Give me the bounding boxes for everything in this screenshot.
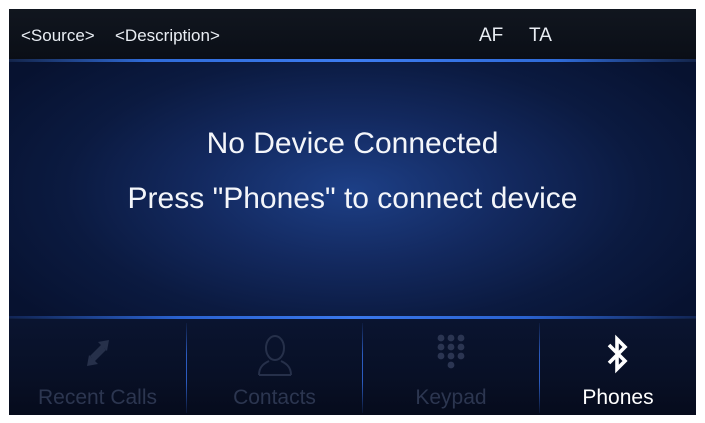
af-indicator: AF [479,25,504,46]
keypad-icon [437,334,465,369]
bluetooth-icon [607,334,628,374]
source-label: <Source> [21,26,95,45]
description-label: <Description> [115,26,220,45]
phone-screen: <Source> <Description> AF TA No Device C… [9,9,696,415]
keypad-button[interactable]: Keypad [363,319,539,415]
connect-instruction: Press "Phones" to connect device [127,182,578,215]
no-device-message: No Device Connected [206,127,499,160]
phones-button[interactable]: Phones [540,319,696,415]
bottom-nav: Recent Calls Contacts Keypad Phones [9,319,696,415]
contact-person-icon [257,335,292,376]
contacts-button[interactable]: Contacts [187,319,362,415]
keypad-label: Keypad [415,386,487,409]
status-bar: <Source> <Description> AF TA [9,9,696,61]
recent-calls-icon [86,340,109,366]
ta-indicator: TA [529,25,552,46]
phones-label: Phones [582,386,654,409]
message-panel: No Device Connected Press "Phones" to co… [9,62,696,318]
contacts-label: Contacts [233,386,316,409]
recent-calls-button[interactable]: Recent Calls [9,319,186,415]
recent-calls-label: Recent Calls [37,386,158,409]
